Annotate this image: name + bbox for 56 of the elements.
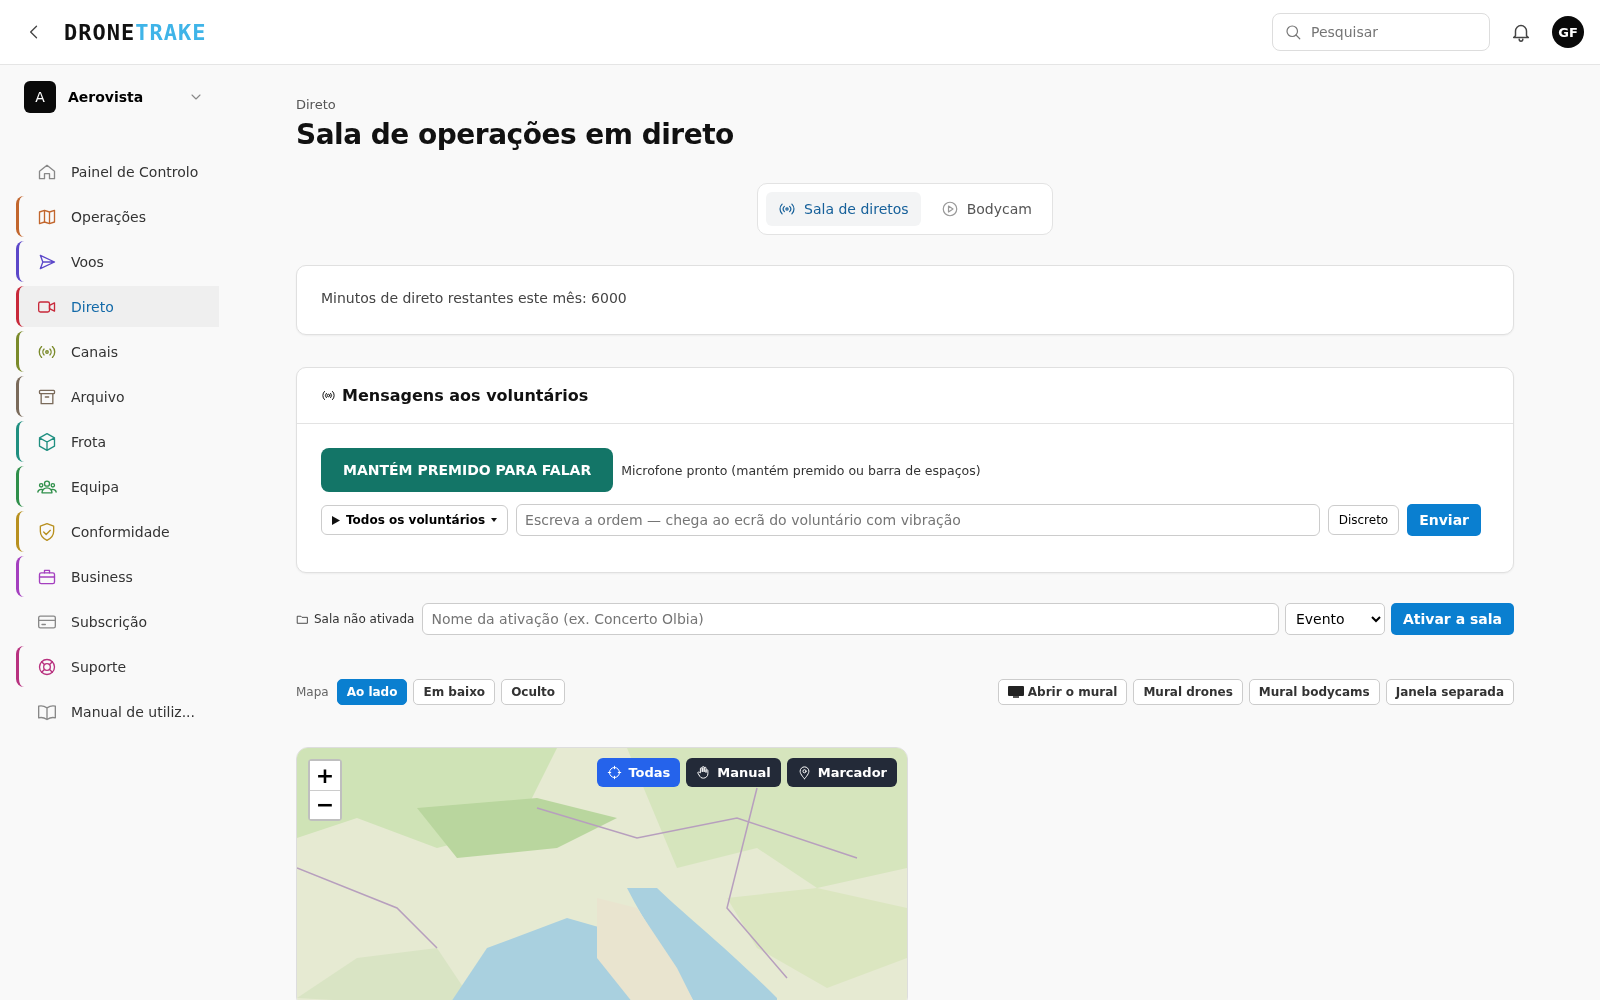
wall-button[interactable]: Mural drones: [1133, 679, 1243, 705]
map-mode-button[interactable]: Oculto: [501, 679, 566, 705]
sidebar-item[interactable]: Equipa: [16, 466, 219, 507]
cube-icon: [37, 431, 57, 452]
map-label: Mapa: [296, 685, 329, 699]
sidebar-item[interactable]: Canais: [16, 331, 219, 372]
crosshair-icon: [607, 765, 623, 780]
sidebar-item[interactable]: Painel de Controlo: [16, 151, 219, 192]
broadcast-icon: [321, 388, 336, 403]
sidebar-item[interactable]: Manual de utiliz...: [16, 691, 219, 732]
discreet-button[interactable]: Discreto: [1327, 505, 1400, 535]
activate-room-button[interactable]: Ativar a sala: [1390, 603, 1514, 635]
push-to-talk-button[interactable]: MANTÉM PREMIDO PARA FALAR: [321, 448, 614, 492]
microphone-status: Microfone pronto (mantém premido ou barra de espaços): [621, 462, 981, 478]
play-icon: [940, 200, 959, 218]
sidebar-item[interactable]: Conformidade: [16, 511, 219, 552]
map-filter-button[interactable]: Marcador: [786, 758, 897, 787]
sidebar-item[interactable]: Arquivo: [16, 376, 219, 417]
breadcrumb: Direto: [296, 97, 337, 112]
order-input[interactable]: Escreva a ordem — chega ao ecrã do voluntário com vibração: [516, 504, 1320, 536]
recipients-dropdown[interactable]: Todos os voluntários: [321, 505, 509, 535]
map-mode-button[interactable]: Em baixo: [413, 679, 496, 705]
send-button[interactable]: Enviar: [1407, 504, 1481, 536]
sidebar-item[interactable]: Direto: [16, 286, 219, 327]
organization-selector[interactable]: A Aerovista: [24, 81, 204, 113]
monitor-icon: [1007, 685, 1024, 699]
activation-name-input[interactable]: Nome da ativação (ex. Concerto Olbia): [422, 603, 1279, 635]
wall-button[interactable]: Janela separada: [1385, 679, 1514, 705]
wall-button[interactable]: Mural bodycams: [1248, 679, 1380, 705]
map-filter-button[interactable]: Todas: [597, 758, 681, 787]
sidebar-item[interactable]: Voos: [16, 241, 219, 282]
map-filter-button[interactable]: Manual: [686, 758, 781, 787]
hand-icon: [696, 765, 712, 780]
caret-icon: [491, 518, 498, 522]
search-field[interactable]: Pesquisar: [1272, 13, 1490, 51]
room-status: Sala não ativada: [314, 612, 415, 626]
page-title: Sala de operações em direto: [296, 118, 735, 151]
sidebar-item[interactable]: Frota: [16, 421, 219, 462]
minutes-remaining: Minutos de direto restantes este mês: 6000: [321, 290, 627, 306]
sidebar-item[interactable]: Subscrição: [16, 601, 219, 642]
sidebar-item[interactable]: Operações: [16, 196, 219, 237]
sidebar-item[interactable]: Suporte: [16, 646, 219, 687]
logo: DRONETRAKE: [64, 19, 207, 45]
tab[interactable]: Sala de diretos: [766, 192, 921, 226]
map-mode-button[interactable]: Ao lado: [336, 679, 408, 705]
tab[interactable]: Bodycam: [928, 192, 1044, 226]
event-type-select[interactable]: Evento: [1284, 603, 1385, 635]
sidebar-item[interactable]: Business: [16, 556, 219, 597]
lifebuoy-icon: [37, 656, 57, 677]
zoom-out-button[interactable]: −: [310, 790, 340, 819]
shield-check-icon: [37, 521, 57, 542]
organization-avatar: A: [24, 81, 56, 113]
wall-button[interactable]: Abrir o mural: [997, 679, 1128, 705]
user-avatar[interactable]: GF: [1552, 16, 1584, 48]
play-triangle-icon: [332, 515, 340, 525]
card-title: Mensagens aos voluntários: [342, 386, 589, 405]
